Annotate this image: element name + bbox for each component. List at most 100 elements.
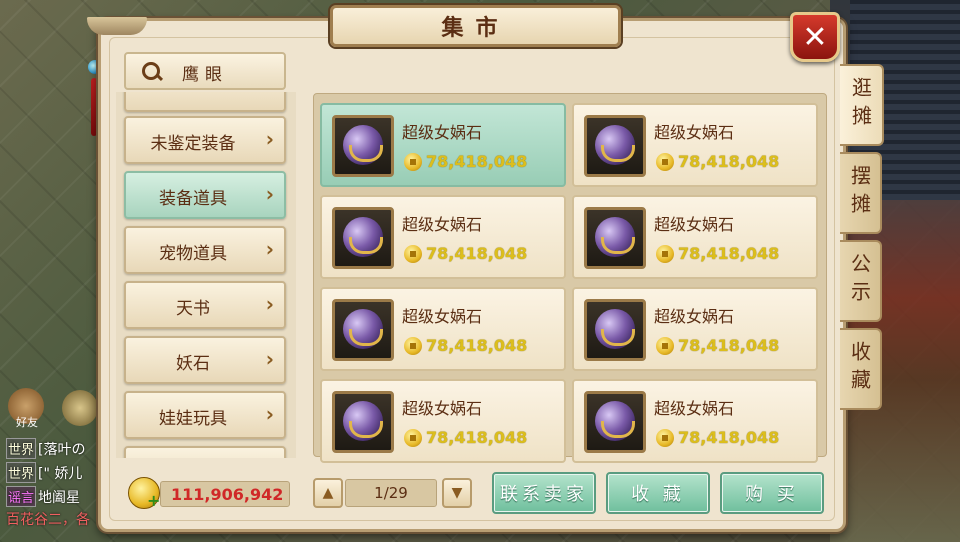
item-price: 78,418,048 xyxy=(678,244,780,263)
category-item[interactable]: 娃娃玩具 › xyxy=(124,391,286,439)
chat-line: 谣言 地阖星 xyxy=(6,486,80,507)
item-card[interactable]: 超级女娲石 78,418,048 xyxy=(572,287,818,371)
tab-stall[interactable]: 摆摊 xyxy=(840,152,882,234)
item-icon xyxy=(584,299,646,361)
corner-ornament xyxy=(87,17,147,35)
item-name: 超级女娲石 xyxy=(654,123,735,142)
tab-label: 收藏 xyxy=(847,341,872,397)
chevron-right-icon: › xyxy=(265,127,274,151)
item-icon xyxy=(584,207,646,269)
category-item[interactable]: 装备道具 › xyxy=(124,171,286,219)
category-label: 妖石 xyxy=(176,354,210,374)
item-icon xyxy=(584,115,646,177)
search-label: 鹰眼 xyxy=(182,65,228,85)
coin-icon xyxy=(656,429,674,447)
add-money-icon[interactable]: + xyxy=(147,493,161,509)
item-icon xyxy=(332,207,394,269)
money-amount: 111,906,942 xyxy=(171,485,284,504)
chat-channel-tag: 谣言 xyxy=(6,486,37,507)
page-prev-button[interactable]: ▲ xyxy=(313,478,343,508)
chat-text: 百花谷二，各 xyxy=(6,512,90,528)
chevron-right-icon: › xyxy=(265,292,274,316)
item-name: 超级女娲石 xyxy=(654,399,735,418)
item-name: 超级女娲石 xyxy=(402,399,483,418)
page-indicator: 1/29 xyxy=(345,479,437,507)
category-label: 娃娃玩具 xyxy=(159,409,227,429)
item-icon xyxy=(332,391,394,453)
close-icon: ✕ xyxy=(802,19,828,55)
item-card[interactable]: 超级女娲石 78,418,048 xyxy=(320,287,566,371)
chat-text: [" 娇儿 xyxy=(38,466,83,482)
item-card[interactable]: 超级女娲石 78,418,048 xyxy=(572,103,818,187)
item-name: 超级女娲石 xyxy=(654,215,735,234)
coin-icon xyxy=(404,245,422,263)
coin-icon xyxy=(404,429,422,447)
item-icon xyxy=(332,299,394,361)
item-price: 78,418,048 xyxy=(678,336,780,355)
item-price: 78,418,048 xyxy=(426,244,528,263)
button-label: 购 买 xyxy=(745,484,799,505)
item-card[interactable]: 超级女娲石 78,418,048 xyxy=(572,195,818,279)
chevron-up-icon: ▲ xyxy=(322,485,334,501)
coin-icon xyxy=(404,153,422,171)
chevron-right-icon: › xyxy=(265,347,274,371)
favorite-button[interactable]: 收 藏 xyxy=(606,472,710,514)
category-item[interactable]: 宠物道具 › xyxy=(124,226,286,274)
item-card[interactable]: 超级女娲石 78,418,048 xyxy=(320,195,566,279)
chevron-right-icon: › xyxy=(265,402,274,426)
tab-label: 公示 xyxy=(847,253,872,309)
item-name: 超级女娲石 xyxy=(654,307,735,326)
category-label: 未鉴定装备 xyxy=(150,134,236,154)
window-title: 集市 xyxy=(441,16,510,41)
item-card[interactable]: 超级女娲石 78,418,048 xyxy=(572,379,818,463)
category-item-partial[interactable] xyxy=(124,92,286,112)
coin-icon xyxy=(656,153,674,171)
gem-icon xyxy=(595,309,635,349)
tab-public[interactable]: 公示 xyxy=(840,240,882,322)
buy-button[interactable]: 购 买 xyxy=(720,472,824,514)
tab-browse[interactable]: 逛摊 xyxy=(840,64,884,146)
category-item[interactable]: 妖石 › xyxy=(124,336,286,384)
tab-label: 摆摊 xyxy=(847,165,872,221)
chat-bubble-icon[interactable] xyxy=(62,390,98,426)
chat-channel-tag: 世界 xyxy=(6,438,37,459)
search-icon xyxy=(142,62,160,80)
item-name: 超级女娲石 xyxy=(402,123,483,142)
chevron-down-icon: ▼ xyxy=(451,485,463,501)
page-next-button[interactable]: ▼ xyxy=(442,478,472,508)
title-plate: 集市 xyxy=(330,5,621,47)
item-name: 超级女娲石 xyxy=(402,307,483,326)
tassel-icon xyxy=(91,78,97,136)
coin-icon xyxy=(656,337,674,355)
gem-icon xyxy=(595,401,635,441)
item-card[interactable]: 超级女娲石 78,418,048 xyxy=(320,379,566,463)
chat-line: 世界 [" 娇儿 xyxy=(6,462,83,483)
money-display: 111,906,942 xyxy=(160,481,290,507)
item-price: 78,418,048 xyxy=(426,152,528,171)
item-price: 78,418,048 xyxy=(678,152,780,171)
category-label: 宠物道具 xyxy=(159,244,227,264)
chat-panel[interactable]: 世界 [落叶の 世界 [" 娇儿 谣言 地阖星 百花谷二，各 xyxy=(0,432,105,542)
button-label: 收 藏 xyxy=(631,484,685,505)
button-label: 联系卖家 xyxy=(500,484,588,505)
tab-label: 逛摊 xyxy=(848,77,873,133)
close-button[interactable]: ✕ xyxy=(790,12,840,62)
category-item[interactable]: 天书 › xyxy=(124,281,286,329)
coin-icon xyxy=(404,337,422,355)
chevron-right-icon: › xyxy=(265,182,274,206)
category-list[interactable]: 未鉴定装备 › 装备道具 › 宠物道具 › 天书 › 妖石 › 娃娃玩具 › xyxy=(116,92,296,458)
search-button[interactable]: 鹰眼 xyxy=(124,52,286,90)
friend-label: 好友 xyxy=(16,416,38,429)
category-item-partial[interactable] xyxy=(124,446,286,458)
item-icon xyxy=(332,115,394,177)
gem-icon xyxy=(343,217,383,257)
item-price: 78,418,048 xyxy=(426,428,528,447)
item-card[interactable]: 超级女娲石 78,418,048 xyxy=(320,103,566,187)
item-icon xyxy=(584,391,646,453)
tab-favorites[interactable]: 收藏 xyxy=(840,328,882,410)
category-item[interactable]: 未鉴定装备 › xyxy=(124,116,286,164)
contact-seller-button[interactable]: 联系卖家 xyxy=(492,472,596,514)
item-price: 78,418,048 xyxy=(426,336,528,355)
gem-icon xyxy=(595,217,635,257)
category-label: 装备道具 xyxy=(159,189,227,209)
